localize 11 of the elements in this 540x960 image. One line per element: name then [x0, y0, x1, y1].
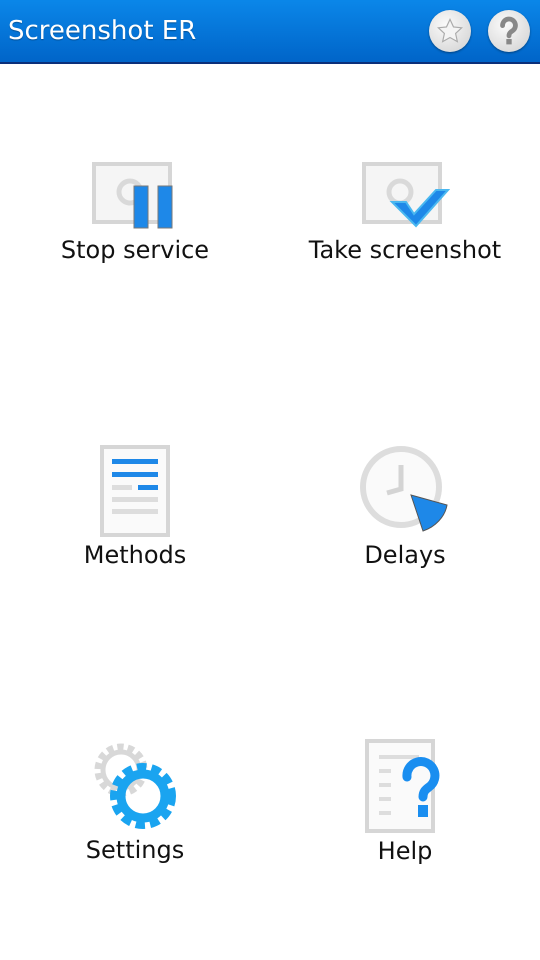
menu-tile[interactable]: Settings [82, 736, 188, 868]
favorite-button[interactable] [429, 10, 471, 52]
menu-tile[interactable]: Stop service [56, 156, 214, 268]
document-icon [100, 444, 170, 537]
menu-tile[interactable]: Help [361, 735, 449, 870]
menu-tile[interactable]: Methods [80, 440, 190, 573]
menu-tile[interactable]: Take screenshot [304, 156, 506, 268]
app-title: Screenshot ER [8, 16, 198, 46]
menu-tile[interactable]: Delays [355, 440, 455, 573]
help-button[interactable] [488, 10, 530, 52]
star-icon [436, 17, 464, 45]
